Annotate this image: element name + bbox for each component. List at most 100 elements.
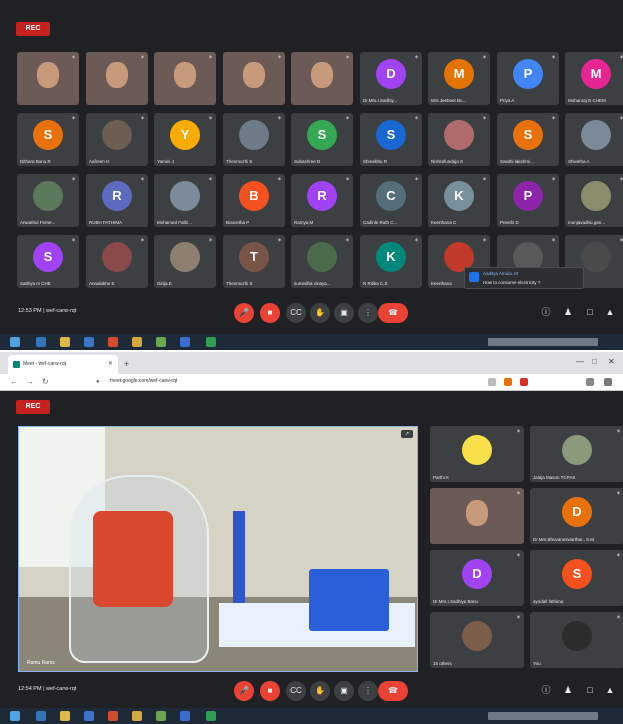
activities-icon[interactable]: ▲: [604, 306, 616, 318]
end-call-icon[interactable]: ☎: [378, 681, 408, 701]
participant-tile[interactable]: S ✶ Shreebhu R: [360, 113, 422, 166]
maximize-icon[interactable]: □: [592, 357, 597, 366]
extension-icon[interactable]: [520, 378, 528, 386]
participant-tile[interactable]: ✶: [223, 52, 285, 105]
present-icon[interactable]: ▣: [334, 303, 354, 323]
info-icon[interactable]: ⓘ: [540, 306, 552, 318]
participant-tile[interactable]: ✶ sumedha vinaya...: [291, 235, 353, 288]
browser-tab[interactable]: Meet - wef-carw-rqt ✕: [8, 355, 118, 374]
raise-hand-icon[interactable]: ✋: [310, 681, 330, 701]
profile-icon[interactable]: [586, 378, 594, 386]
reload-icon[interactable]: ↻: [42, 377, 49, 386]
captions-icon[interactable]: CC: [286, 681, 306, 701]
raise-hand-icon[interactable]: ✋: [310, 303, 330, 323]
app-icon[interactable]: [206, 337, 216, 347]
windows-start-icon[interactable]: [10, 711, 20, 721]
people-icon[interactable]: ♟: [562, 306, 574, 318]
brave-icon[interactable]: [108, 337, 118, 347]
chat-icon[interactable]: □: [584, 306, 596, 318]
more-options-icon[interactable]: ⋮: [358, 681, 378, 701]
camera-off-icon[interactable]: ■: [260, 681, 280, 701]
extension-icon[interactable]: [504, 378, 512, 386]
app-icon[interactable]: [156, 711, 166, 721]
participant-tile[interactable]: ✶ Shwetha A: [565, 113, 623, 166]
participant-tile[interactable]: ✶: [291, 52, 353, 105]
participant-tile[interactable]: ✶ You: [530, 612, 623, 668]
brave-icon[interactable]: [108, 711, 118, 721]
participant-tile[interactable]: K ✶ Keerthana C: [428, 174, 490, 227]
store-icon[interactable]: [84, 711, 94, 721]
close-window-icon[interactable]: ✕: [608, 357, 615, 366]
app-icon[interactable]: [156, 337, 166, 347]
participant-tile[interactable]: ✶ Annalakhe E: [86, 235, 148, 288]
participant-tile[interactable]: S ✶ Sathiya m CHE: [17, 235, 79, 288]
system-tray[interactable]: [488, 712, 598, 720]
participant-tile[interactable]: ✶ Aafreen H: [86, 113, 148, 166]
participant-tile[interactable]: ✶ Girija E: [154, 235, 216, 288]
chat-notification[interactable]: Aaditya Amula..M How to consume electric…: [464, 267, 584, 289]
participant-tile[interactable]: S ✶ Subashree D: [291, 113, 353, 166]
more-options-icon[interactable]: ⋮: [358, 303, 378, 323]
participant-tile[interactable]: D ✶ Dr.Mrs.I.Sadhiy...: [360, 52, 422, 105]
minimize-icon[interactable]: —: [576, 357, 584, 366]
address-bar[interactable]: meet.google.com/wef-carw-rqt: [110, 378, 177, 384]
forward-icon[interactable]: →: [26, 377, 34, 386]
participant-tile[interactable]: M ✶ Mohanraj D CHEM: [565, 52, 623, 105]
participant-tile[interactable]: ✶ Thenmozhi K: [223, 113, 285, 166]
camera-off-icon[interactable]: ■: [260, 303, 280, 323]
participant-tile[interactable]: ✶ Nishrafundaja S: [428, 113, 490, 166]
chat-icon[interactable]: □: [584, 684, 596, 696]
app-icon[interactable]: [180, 337, 190, 347]
pin-icon[interactable]: ↗: [401, 430, 413, 438]
participant-tile[interactable]: ✶ Mohamed Fathi...: [154, 174, 216, 227]
present-icon[interactable]: ▣: [334, 681, 354, 701]
participant-tile[interactable]: S ✶ ayodall fathima: [530, 550, 623, 606]
participant-tile[interactable]: ✶: [17, 52, 79, 105]
file-explorer-icon[interactable]: [60, 337, 70, 347]
people-icon[interactable]: ♟: [562, 684, 574, 696]
participant-tile[interactable]: S ✶ Dithara Banu.R: [17, 113, 79, 166]
participant-tile[interactable]: ✶: [86, 52, 148, 105]
participant-tile[interactable]: P ✶ Preethi D: [497, 174, 559, 227]
end-call-icon[interactable]: ☎: [378, 303, 408, 323]
participant-tile[interactable]: M ✶ Mrs.Jeebeet Bo...: [428, 52, 490, 105]
mic-off-icon[interactable]: 🎤: [234, 681, 254, 701]
captions-icon[interactable]: CC: [286, 303, 306, 323]
participant-tile[interactable]: K ✶ N Ritika C.S: [360, 235, 422, 288]
chrome-icon[interactable]: [132, 337, 142, 347]
star-icon[interactable]: [488, 378, 496, 386]
store-icon[interactable]: [84, 337, 94, 347]
participant-tile[interactable]: P ✶ Priya A: [497, 52, 559, 105]
close-icon[interactable]: ✕: [108, 360, 113, 367]
chrome-icon[interactable]: [132, 711, 142, 721]
participant-tile[interactable]: C ✶ Cadinle Ruth C...: [360, 174, 422, 227]
app-icon[interactable]: [180, 711, 190, 721]
activities-icon[interactable]: ▲: [604, 684, 616, 696]
back-icon[interactable]: ←: [10, 377, 18, 386]
participant-tile[interactable]: ✶ munjavadhu.gan...: [565, 174, 623, 227]
participant-tile[interactable]: ✶: [430, 488, 524, 544]
participant-tile[interactable]: D ✶ Dr.Mrs.I.Sadhiya Banu: [430, 550, 524, 606]
participant-tile[interactable]: Y ✶ Yamini J: [154, 113, 216, 166]
windows-start-icon[interactable]: [10, 337, 20, 347]
info-icon[interactable]: ⓘ: [540, 684, 552, 696]
participant-tile[interactable]: ✶ 15 others: [430, 612, 524, 668]
participant-tile[interactable]: S ✶ Swathi lakshmi...: [497, 113, 559, 166]
participant-tile[interactable]: ✶ Jalaja Mason TCPAS: [530, 426, 623, 482]
edge-icon[interactable]: [36, 711, 46, 721]
participant-tile[interactable]: B ✶ Bouvetha P: [223, 174, 285, 227]
file-explorer-icon[interactable]: [60, 711, 70, 721]
participant-tile[interactable]: D ✶ Dr.Mrs.Bhuvaneswarthar...S.M: [530, 488, 623, 544]
system-tray[interactable]: [488, 338, 598, 346]
menu-icon[interactable]: [604, 378, 612, 386]
presenter-video[interactable]: Ramu Rams ↗: [18, 426, 418, 672]
edge-icon[interactable]: [36, 337, 46, 347]
new-tab-icon[interactable]: +: [124, 359, 129, 369]
participant-tile[interactable]: ✶ Parthi K: [430, 426, 524, 482]
participant-tile[interactable]: ✶ Anwathul Ferne...: [17, 174, 79, 227]
mic-off-icon[interactable]: 🎤: [234, 303, 254, 323]
app-icon[interactable]: [206, 711, 216, 721]
participant-tile[interactable]: R ✶ Ramya M: [291, 174, 353, 227]
participant-tile[interactable]: T ✶ Thenmozhi S: [223, 235, 285, 288]
participant-tile[interactable]: ✶: [154, 52, 216, 105]
